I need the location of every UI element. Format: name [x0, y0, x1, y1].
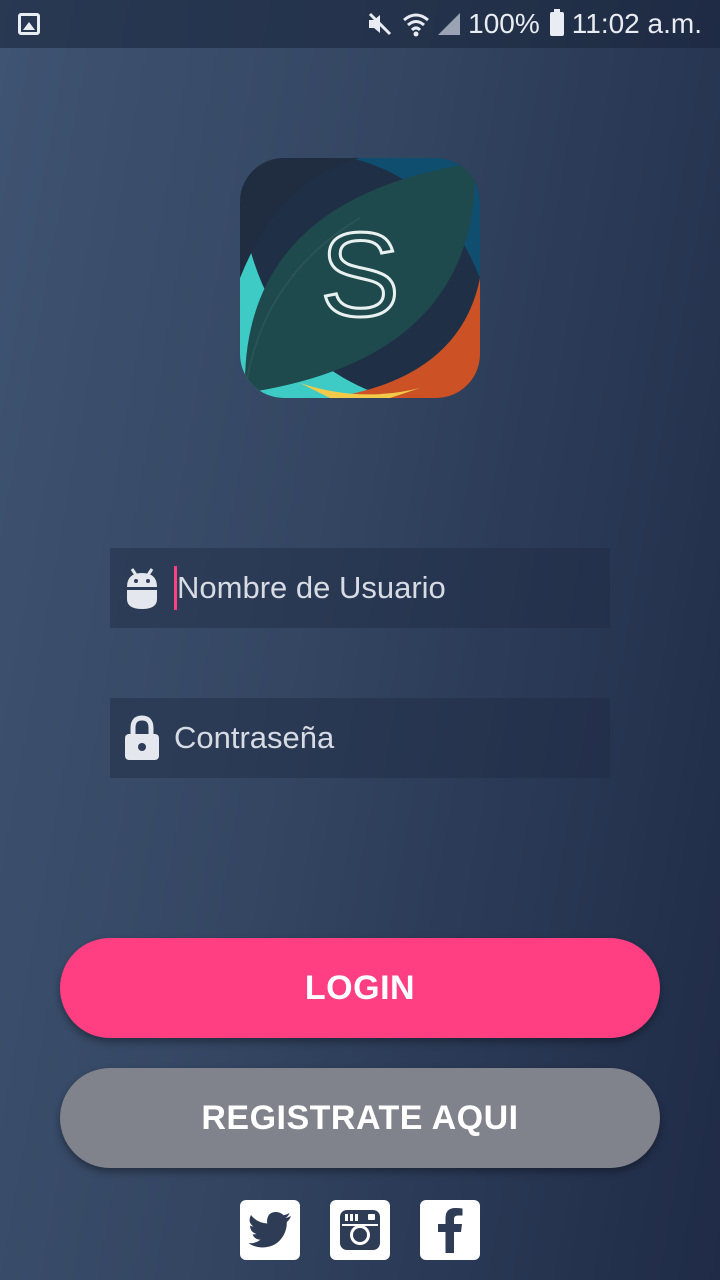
- logo-letter: S: [320, 208, 400, 342]
- twitter-button[interactable]: [240, 1200, 300, 1260]
- instagram-button[interactable]: [330, 1200, 390, 1260]
- password-field[interactable]: Contraseña: [110, 698, 610, 778]
- twitter-icon: [248, 1212, 291, 1248]
- status-bar: 100% 11:02 a.m.: [0, 0, 720, 48]
- clock: 11:02 a.m.: [571, 8, 702, 39]
- password-input[interactable]: Contraseña: [174, 720, 334, 756]
- mute-icon: [369, 12, 392, 36]
- lock-icon: [110, 715, 174, 761]
- register-button[interactable]: REGISTRATE AQUI: [60, 1068, 660, 1168]
- username-input[interactable]: Nombre de Usuario: [177, 570, 446, 606]
- login-button[interactable]: LOGIN: [60, 938, 660, 1038]
- battery-icon: [549, 9, 564, 36]
- android-icon: [110, 565, 174, 611]
- battery-percent: 100%: [468, 8, 540, 39]
- wifi-icon: [403, 13, 430, 37]
- signal-icon: [438, 13, 461, 35]
- facebook-icon: [438, 1208, 463, 1253]
- gallery-notification-icon: [18, 13, 40, 35]
- status-right: 100% 11:02 a.m.: [366, 8, 702, 40]
- status-left: [18, 13, 40, 35]
- instagram-icon: [340, 1210, 380, 1250]
- app-logo: S: [240, 158, 480, 398]
- username-field[interactable]: Nombre de Usuario: [110, 548, 610, 628]
- facebook-button[interactable]: [420, 1200, 480, 1260]
